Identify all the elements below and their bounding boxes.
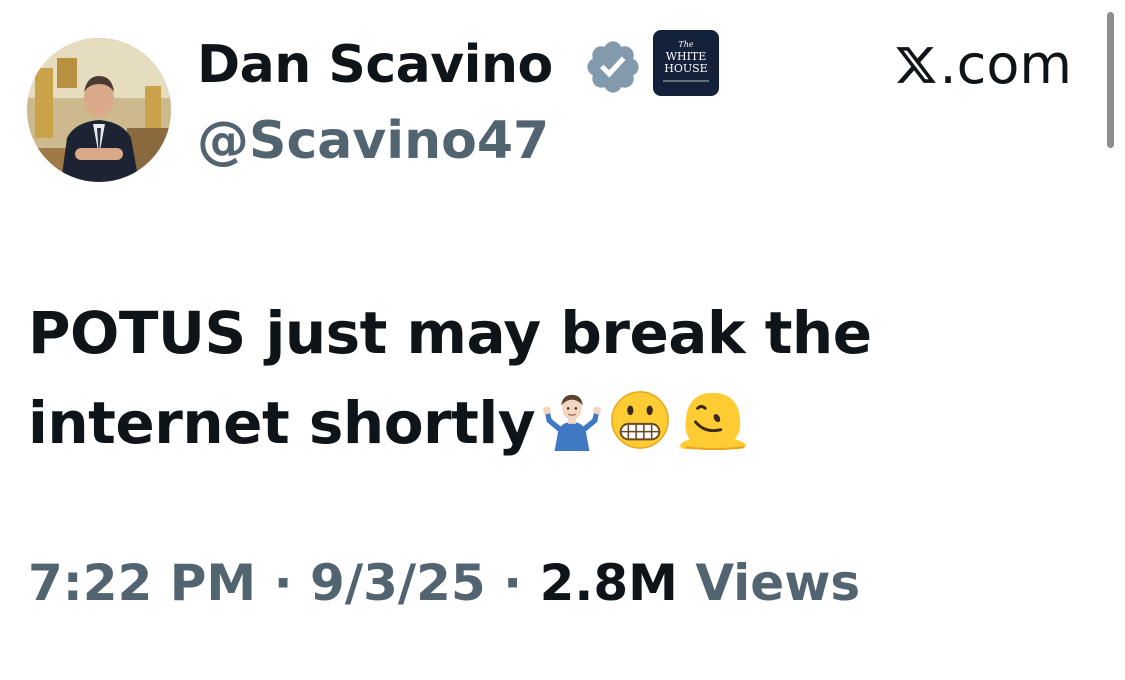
grimacing-face-icon [611, 391, 669, 449]
affiliate-badge-line1: The [678, 40, 694, 49]
white-house-affiliate-badge[interactable]: The WHITE HOUSE [653, 30, 719, 96]
x-logo-icon [895, 47, 936, 83]
meta-separator-2: · [503, 554, 523, 612]
melting-face-icon [680, 392, 746, 451]
author-display-name[interactable]: Dan Scavino [197, 30, 553, 100]
person-shrugging-icon [543, 394, 602, 451]
avatar-photo [27, 38, 171, 182]
tweet-text: POTUS just may break the internet shortl… [28, 288, 928, 468]
tweet-text-line2-wrap: internet shortly [28, 378, 928, 468]
affiliate-badge-house: HOUSE [664, 62, 708, 75]
tweet-meta: 7:22 PM · 9/3/25 · 2.8M Views [28, 548, 860, 618]
avatar[interactable] [27, 38, 171, 182]
tweet-text-line1: POTUS just may break the [28, 299, 872, 367]
meta-separator-1: · [273, 554, 293, 612]
affiliate-badge-line2: WHITE HOUSE [653, 51, 719, 75]
affiliate-badge-divider [663, 80, 709, 82]
author-handle[interactable]: @Scavino47 [197, 106, 549, 176]
views-count[interactable]: 2.8M [540, 554, 678, 612]
scrollbar[interactable] [1107, 12, 1114, 148]
tweet-time[interactable]: 7:22 PM [28, 554, 256, 612]
tweet-date[interactable]: 9/3/25 [310, 554, 486, 612]
tweet-text-line2: internet shortly [28, 389, 536, 457]
views-label[interactable]: Views [695, 554, 860, 612]
source-domain: .com [939, 33, 1073, 96]
verified-badge-icon[interactable] [583, 37, 643, 97]
source-label: .com [894, 30, 1073, 100]
